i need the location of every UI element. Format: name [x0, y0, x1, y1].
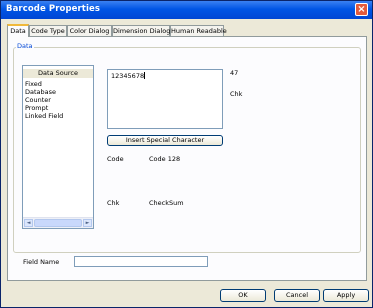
- tab-color-dialog[interactable]: Color Dialog: [67, 25, 112, 36]
- tab-data[interactable]: Data: [7, 24, 29, 37]
- chk-top-label: Chk: [230, 90, 243, 98]
- barcode-data-input[interactable]: 12345678: [107, 69, 223, 129]
- close-button[interactable]: ×: [355, 3, 368, 16]
- ok-button[interactable]: OK: [220, 289, 266, 302]
- field-name-label: Field Name: [23, 258, 60, 266]
- data-group-label: Data: [16, 42, 34, 50]
- data-tab-panel: Data Data Source Fixed Database Counter …: [7, 36, 367, 281]
- data-source-header: Data Source: [23, 69, 93, 78]
- field-name-input[interactable]: [74, 256, 208, 267]
- list-item-counter[interactable]: Counter: [25, 96, 51, 104]
- scroll-thumb[interactable]: [34, 219, 82, 227]
- scroll-right-icon[interactable]: ►: [83, 219, 92, 227]
- code-label: Code: [107, 155, 124, 163]
- horizontal-scrollbar[interactable]: ◄ ►: [23, 217, 93, 228]
- code-value: Code 128: [149, 155, 181, 163]
- chk-value: CheckSum: [149, 199, 184, 207]
- insert-special-character-button[interactable]: Insert Special Character: [107, 135, 223, 146]
- window-title: Barcode Properties: [6, 4, 100, 14]
- tab-dimension-dialog[interactable]: Dimension Dialog: [112, 25, 170, 36]
- barcode-data-value: 12345678: [111, 72, 145, 80]
- scroll-left-icon[interactable]: ◄: [24, 219, 33, 227]
- list-item-prompt[interactable]: Prompt: [25, 104, 48, 112]
- cancel-button[interactable]: Cancel: [274, 289, 320, 302]
- title-bar[interactable]: Barcode Properties ×: [1, 1, 372, 19]
- data-source-list[interactable]: Data Source Fixed Database Counter Promp…: [22, 65, 94, 229]
- length-value: 47: [230, 69, 239, 77]
- tab-code-type[interactable]: Code Type: [29, 25, 67, 36]
- list-item-fixed[interactable]: Fixed: [25, 80, 42, 88]
- apply-button[interactable]: Apply: [323, 289, 369, 302]
- barcode-properties-dialog: Barcode Properties × Data Code Type Colo…: [0, 0, 373, 308]
- tab-human-readable[interactable]: Human Readable: [170, 25, 227, 36]
- text-caret: [144, 72, 146, 79]
- list-item-linked-field[interactable]: Linked Field: [25, 112, 63, 120]
- chk-label: Chk: [107, 199, 120, 207]
- list-item-database[interactable]: Database: [25, 88, 56, 96]
